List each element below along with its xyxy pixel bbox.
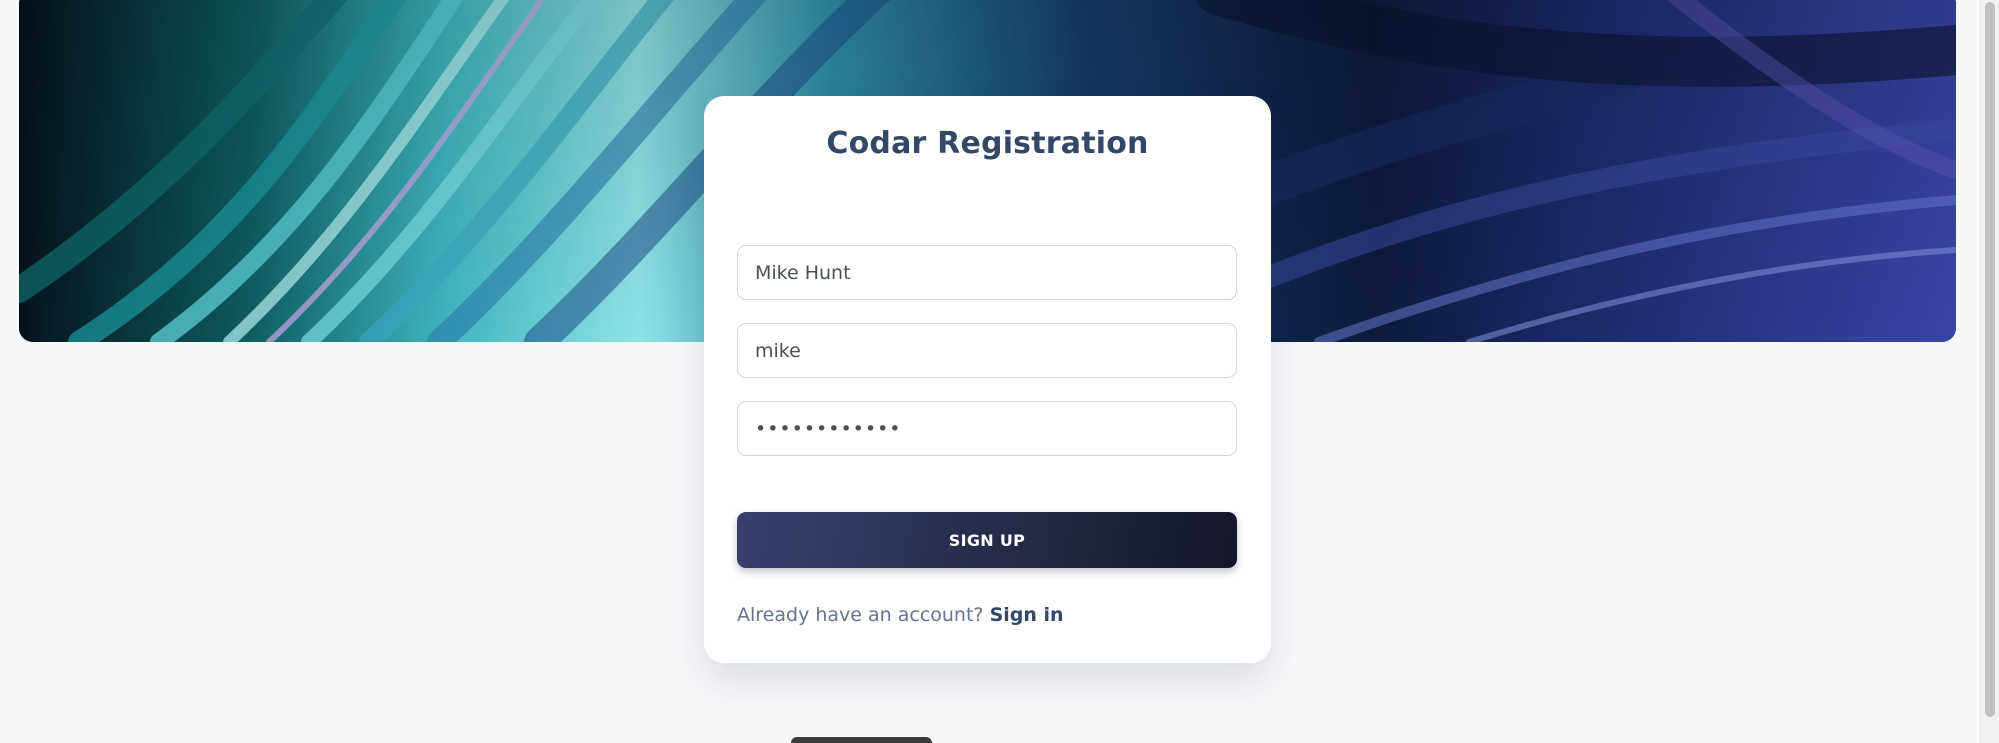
page-title: Codar Registration [826,126,1149,161]
partial-bottom-element [791,737,932,743]
sign-in-link[interactable]: Sign in [990,604,1064,626]
have-account-text: Already have an account? [737,604,990,626]
name-field[interactable] [737,245,1237,300]
signin-prompt: Already have an account? Sign in [737,604,1064,626]
registration-page: Codar Registration SIGN UP Already have … [0,0,1999,743]
registration-card: Codar Registration SIGN UP Already have … [704,96,1271,663]
username-field[interactable] [737,323,1237,378]
vertical-scrollbar[interactable] [1980,0,1999,743]
scrollbar-thumb[interactable] [1985,2,1995,717]
sign-up-button[interactable]: SIGN UP [737,512,1237,568]
password-field[interactable] [737,401,1237,456]
